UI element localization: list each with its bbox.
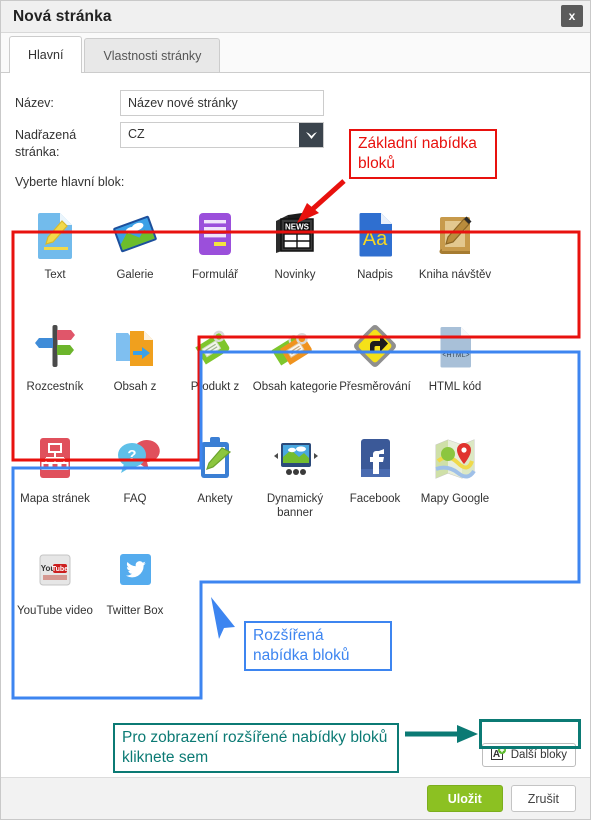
- block-label: Kniha návštěv: [418, 268, 492, 281]
- heading-aa-icon: Aa: [348, 207, 402, 261]
- youtube-icon: You Tube: [28, 543, 82, 597]
- news-icon: NEWS: [268, 207, 322, 261]
- block-obsah-kategorie[interactable]: Obsah kategorie: [252, 307, 338, 419]
- guestbook-icon: [428, 207, 482, 261]
- block-label: Formulář: [191, 268, 238, 281]
- block-label: Produkt z: [190, 380, 240, 393]
- name-field-row: Název:: [15, 90, 576, 116]
- text-document-pencil-icon: [28, 207, 82, 261]
- block-novinky[interactable]: NEWS Novinky: [255, 195, 335, 307]
- add-block-icon: A: [490, 746, 506, 764]
- svg-text:NEWS: NEWS: [285, 222, 310, 231]
- poll-clipboard-icon: [188, 431, 242, 485]
- block-galerie[interactable]: Galerie: [95, 195, 175, 307]
- block-label: Ankety: [197, 492, 233, 505]
- block-label: Nadpis: [357, 268, 393, 281]
- block-label: Galerie: [116, 268, 154, 281]
- block-label: Facebook: [349, 492, 401, 505]
- block-mapa-stranek[interactable]: Mapa stránek: [15, 419, 95, 531]
- block-nadpis[interactable]: Aa Nadpis: [335, 195, 415, 307]
- new-page-dialog: Nová stránka x Hlavní Vlastnosti stránky…: [0, 0, 591, 820]
- redirect-arrow-icon: [348, 319, 402, 373]
- svg-text:Tube: Tube: [52, 566, 68, 573]
- block-label: Přesměrování: [339, 380, 411, 393]
- category-tags-icon: [268, 319, 322, 373]
- chevron-down-icon[interactable]: [299, 123, 323, 147]
- parent-page-value: CZ: [120, 122, 324, 148]
- dialog-content: Název: Nadřazená stránka: CZ Vyberte hla…: [1, 74, 590, 777]
- page-name-input[interactable]: [120, 90, 324, 116]
- tab-hlavni[interactable]: Hlavní: [9, 36, 83, 73]
- product-tag-icon: [188, 319, 242, 373]
- block-mapy-google[interactable]: Mapy Google: [415, 419, 495, 531]
- dialog-footer: Uložit Zrušit: [1, 777, 590, 819]
- block-label: FAQ: [123, 492, 147, 505]
- content-from-icon: [108, 319, 162, 373]
- facebook-icon: [348, 431, 402, 485]
- block-kniha-navstev[interactable]: Kniha návštěv: [415, 195, 495, 307]
- close-icon[interactable]: x: [561, 5, 583, 27]
- signpost-icon: [28, 319, 82, 373]
- dialog-titlebar: Nová stránka x: [1, 1, 590, 33]
- svg-text:<HTML>: <HTML>: [442, 352, 469, 359]
- block-label: Dynamický banner: [266, 492, 324, 520]
- block-ankety[interactable]: Ankety: [175, 419, 255, 531]
- faq-speech-bubbles-icon: ?: [108, 431, 162, 485]
- block-select-label: Vyberte hlavní blok:: [15, 174, 125, 189]
- block-row: Rozcestník Obsah z Produkt z Obsah kateg…: [15, 307, 576, 419]
- form-icon: [188, 207, 242, 261]
- block-label: HTML kód: [428, 380, 482, 393]
- sitemap-icon: [28, 431, 82, 485]
- dialog-title: Nová stránka: [13, 7, 112, 25]
- block-obsah-z[interactable]: Obsah z: [95, 307, 175, 419]
- block-label: Mapy Google: [420, 492, 490, 505]
- block-row: Text Galerie Formulář NEWS Novinky Aa Na…: [15, 195, 576, 307]
- cancel-button[interactable]: Zrušit: [510, 785, 576, 812]
- block-label: Mapa stránek: [20, 492, 90, 505]
- google-maps-icon: [428, 431, 482, 485]
- block-dynamicky-banner[interactable]: Dynamický banner: [255, 419, 335, 531]
- block-row: Mapa stránek ? FAQ Ankety Dynamický bann…: [15, 419, 576, 531]
- parent-label: Nadřazená stránka:: [15, 128, 77, 159]
- block-grid: Text Galerie Formulář NEWS Novinky Aa Na…: [15, 195, 576, 639]
- block-label: Obsah z: [113, 380, 157, 393]
- tab-strip: Hlavní Vlastnosti stránky: [1, 33, 590, 73]
- block-twitter-box[interactable]: Twitter Box: [95, 531, 175, 639]
- more-blocks-button[interactable]: A Další bloky: [481, 743, 576, 767]
- block-text[interactable]: Text: [15, 195, 95, 307]
- tab-vlastnosti-stranky[interactable]: Vlastnosti stránky: [84, 38, 221, 72]
- photo-gallery-icon: [108, 207, 162, 261]
- block-label: Novinky: [274, 268, 316, 281]
- block-presmerovani[interactable]: Přesměrování: [335, 307, 415, 419]
- more-blocks-label: Další bloky: [510, 749, 567, 761]
- block-html-kod[interactable]: <HTML> HTML kód: [415, 307, 495, 419]
- html-code-icon: <HTML>: [428, 319, 482, 373]
- save-button[interactable]: Uložit: [426, 785, 503, 812]
- block-faq[interactable]: ? FAQ: [95, 419, 175, 531]
- block-label: Text: [44, 268, 66, 281]
- block-label: Obsah kategorie: [252, 380, 338, 393]
- block-label: Rozcestník: [26, 380, 84, 393]
- block-rozcestnik[interactable]: Rozcestník: [15, 307, 95, 419]
- svg-text:Aa: Aa: [363, 228, 388, 250]
- block-produkt-z[interactable]: Produkt z: [175, 307, 255, 419]
- parent-page-select[interactable]: CZ: [120, 122, 324, 148]
- dynamic-banner-icon: [268, 431, 322, 485]
- block-formular[interactable]: Formulář: [175, 195, 255, 307]
- name-label: Název:: [15, 96, 54, 110]
- block-label: Twitter Box: [106, 604, 164, 617]
- block-facebook[interactable]: Facebook: [335, 419, 415, 531]
- parent-field-row: Nadřazená stránka: CZ: [15, 122, 576, 161]
- svg-text:?: ?: [127, 447, 136, 464]
- twitter-bird-icon: [108, 543, 162, 597]
- block-youtube-video[interactable]: You Tube YouTube video: [15, 531, 95, 639]
- block-row: You Tube YouTube video Twitter Box: [15, 531, 576, 639]
- block-label: YouTube video: [17, 604, 93, 617]
